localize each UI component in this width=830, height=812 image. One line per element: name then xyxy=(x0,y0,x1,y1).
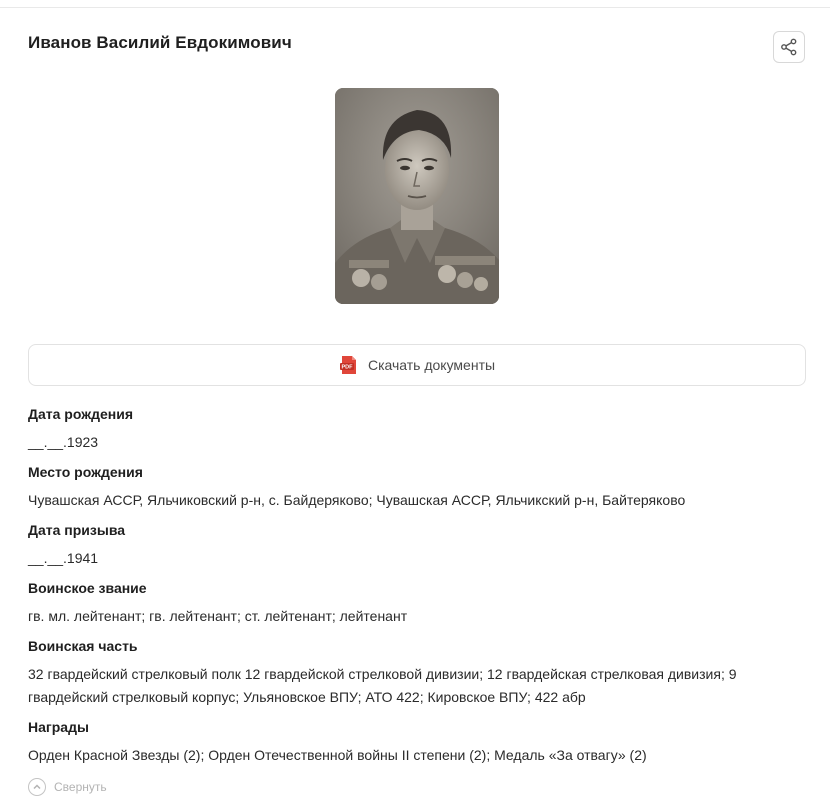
field-value: __.__.1941 xyxy=(28,550,99,566)
collapse-button[interactable]: Свернуть xyxy=(28,778,107,796)
field-value: гв. мл. лейтенант; гв. лейтенант; ст. ле… xyxy=(28,608,408,624)
field-label: Награды xyxy=(28,719,89,735)
field-value: __.__.1923 xyxy=(28,434,99,450)
field-label: Дата призыва xyxy=(28,522,126,538)
field-label: Воинская часть xyxy=(28,638,138,654)
top-divider xyxy=(0,7,830,8)
field-value: Орден Красной Звезды (2); Орден Отечеств… xyxy=(28,747,647,763)
field-conscription-date: Дата призыва __.__.1941 xyxy=(28,521,808,570)
download-documents-button[interactable]: PDF Скачать документы xyxy=(28,344,806,386)
collapse-label: Свернуть xyxy=(54,780,107,794)
share-icon xyxy=(781,38,797,56)
person-portrait-photo xyxy=(335,88,499,304)
field-label: Дата рождения xyxy=(28,406,134,422)
share-button[interactable] xyxy=(773,31,805,63)
download-documents-label: Скачать документы xyxy=(367,357,496,373)
field-birth-date: Дата рождения __.__.1923 xyxy=(28,405,808,454)
person-details: Дата рождения __.__.1923 Место рождения … xyxy=(28,405,808,776)
person-name: Иванов Василий Евдокимович xyxy=(28,33,292,52)
pdf-icon: PDF xyxy=(339,356,356,374)
field-value: Чувашская АССР, Яльчиковский р-н, с. Бай… xyxy=(28,492,686,508)
field-birth-place: Место рождения Чувашская АССР, Яльчиковс… xyxy=(28,463,808,512)
field-label: Воинское звание xyxy=(28,580,147,596)
field-label: Место рождения xyxy=(28,464,143,480)
field-awards: Награды Орден Красной Звезды (2); Орден … xyxy=(28,718,808,767)
field-military-rank: Воинское звание гв. мл. лейтенант; гв. л… xyxy=(28,579,808,628)
field-military-unit: Воинская часть 32 гвардейский стрелковый… xyxy=(28,637,808,709)
svg-text:PDF: PDF xyxy=(341,365,353,371)
field-value: 32 гвардейский стрелковый полк 12 гварде… xyxy=(28,666,737,705)
chevron-up-icon xyxy=(28,778,46,796)
